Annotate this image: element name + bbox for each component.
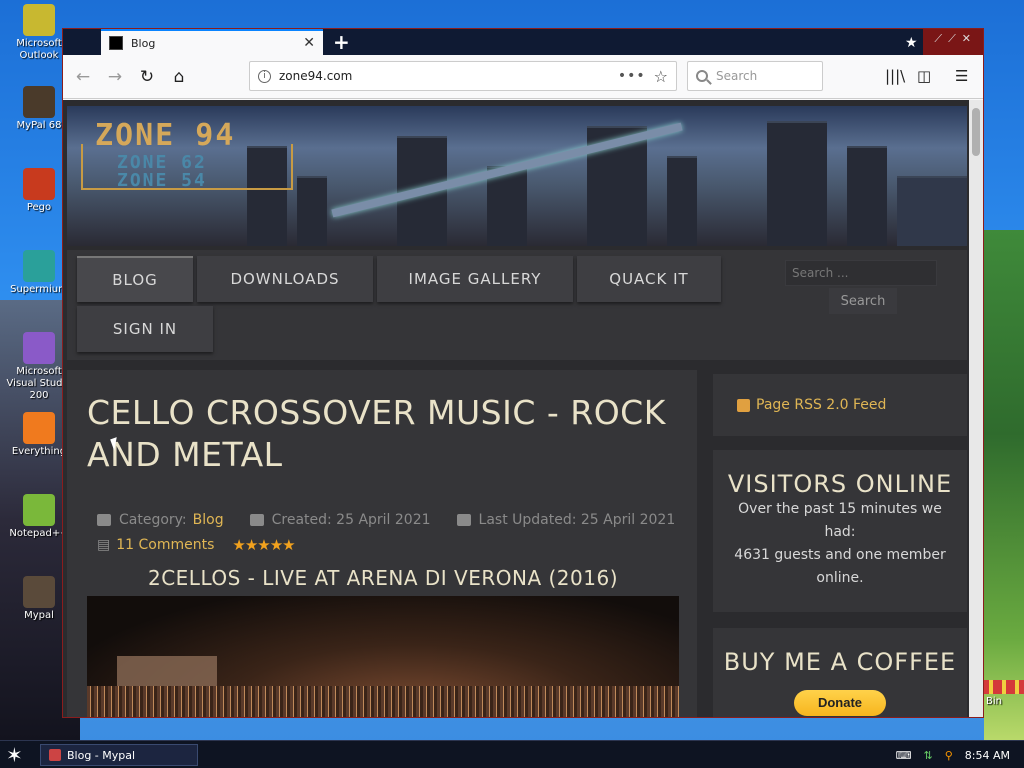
network-icon[interactable]: ⇅ xyxy=(924,749,933,762)
coffee-title: BUY ME A COFFEE xyxy=(723,648,957,676)
search-tray-icon[interactable]: ⚲ xyxy=(945,749,953,762)
app-icon xyxy=(23,332,55,364)
start-icon[interactable]: ✶ xyxy=(6,743,23,767)
coffee-module: BUY ME A COFFEE Donate xyxy=(713,628,967,717)
mypal-icon xyxy=(49,749,61,761)
browser-window: Blog ✕ + ★ ⟋⟋✕ ← → ↻ ⌂ i zone94.com ••• … xyxy=(62,28,984,718)
rss-icon xyxy=(737,398,750,412)
donate-button[interactable]: Donate xyxy=(794,690,886,716)
home-icon[interactable]: ⌂ xyxy=(165,63,193,91)
video-title: 2CELLOS - LIVE AT ARENA DI VERONA (2016) xyxy=(147,566,619,590)
sidebar-icon[interactable]: ◫ xyxy=(917,67,931,85)
bookmark-star-icon[interactable]: ☆ xyxy=(654,67,668,86)
favicon-icon xyxy=(109,36,123,50)
logo-subtitle: ZONE 62 ZONE 54 xyxy=(117,152,207,191)
site-search-button[interactable]: Search xyxy=(829,288,897,314)
calendar-icon xyxy=(456,514,471,526)
scrollbar[interactable] xyxy=(969,100,983,717)
visitors-text-2: 4631 guests and one member online. xyxy=(734,547,946,586)
article-meta-2: ▤ 11 Comments ★★★★★ xyxy=(97,536,296,554)
window-controls[interactable]: ⟋⟋✕ xyxy=(934,32,977,46)
folder-icon xyxy=(97,514,111,526)
visitors-module: VISITORS ONLINE Over the past 15 minutes… xyxy=(713,450,967,612)
page-content: ZONE 94 ZONE 62 ZONE 54 BLOG DOWNLOADS I… xyxy=(63,100,983,717)
taskbar-item-blog[interactable]: Blog - Mypal xyxy=(40,744,198,766)
rating-stars[interactable]: ★★★★★ xyxy=(232,536,295,554)
browser-search-input[interactable] xyxy=(716,69,806,83)
scrollbar-thumb[interactable] xyxy=(972,108,980,156)
menu-image-gallery[interactable]: IMAGE GALLERY xyxy=(377,256,573,302)
app-icon xyxy=(23,250,55,282)
video-embed[interactable] xyxy=(87,596,679,717)
created-date: Created: 25 April 2021 xyxy=(271,512,431,528)
site-search-input[interactable] xyxy=(785,260,937,286)
star-icon[interactable]: ★ xyxy=(905,35,918,51)
comments-link[interactable]: 11 Comments xyxy=(116,537,214,553)
close-tab-icon[interactable]: ✕ xyxy=(303,35,315,51)
site-banner: ZONE 94 ZONE 62 ZONE 54 xyxy=(67,106,967,246)
wallpaper-flowers xyxy=(984,680,1024,694)
article: CELLO CROSSOVER MUSIC - ROCK AND METAL C… xyxy=(67,370,697,717)
app-icon xyxy=(23,494,55,526)
taskbar: ✶ Blog - Mypal ⌨ ⇅ ⚲ 8:54 AM xyxy=(0,740,1024,768)
article-meta: Category: Blog Created: 25 April 2021 La… xyxy=(97,512,675,528)
visitors-text-1: Over the past 15 minutes we had: xyxy=(738,501,942,540)
menu-downloads[interactable]: DOWNLOADS xyxy=(197,256,373,302)
site-menu: BLOG DOWNLOADS IMAGE GALLERY QUACK IT SI… xyxy=(67,250,967,360)
system-tray: ⌨ ⇅ ⚲ 8:54 AM xyxy=(896,741,1024,768)
category-link[interactable]: Blog xyxy=(193,512,224,528)
tab-blog[interactable]: Blog ✕ xyxy=(101,29,323,55)
menu-icon[interactable]: ☰ xyxy=(955,67,968,85)
rss-link[interactable]: Page RSS 2.0 Feed xyxy=(756,397,886,413)
tab-bar: Blog ✕ + ★ ⟋⟋✕ xyxy=(63,29,983,55)
new-tab-icon[interactable]: + xyxy=(333,30,350,54)
search-icon xyxy=(696,70,708,82)
article-title[interactable]: CELLO CROSSOVER MUSIC - ROCK AND METAL xyxy=(87,392,667,476)
url-text[interactable]: zone94.com xyxy=(279,69,610,83)
clock[interactable]: 8:54 AM xyxy=(965,749,1010,762)
desktop-wallpaper-right xyxy=(984,230,1024,740)
url-bar[interactable]: i zone94.com ••• ☆ xyxy=(249,61,677,91)
app-icon xyxy=(23,86,55,118)
reload-icon[interactable]: ↻ xyxy=(133,63,161,91)
navigation-bar: ← → ↻ ⌂ i zone94.com ••• ☆ |||\ ◫ ☰ xyxy=(63,55,983,99)
rss-module[interactable]: Page RSS 2.0 Feed xyxy=(713,374,967,436)
keyboard-icon[interactable]: ⌨ xyxy=(896,749,912,762)
page-actions-icon[interactable]: ••• xyxy=(618,68,646,84)
tab-title: Blog xyxy=(131,36,156,50)
app-icon xyxy=(23,412,55,444)
info-icon[interactable]: i xyxy=(258,69,271,83)
menu-sign-in[interactable]: SIGN IN xyxy=(77,306,213,352)
recycle-bin-label[interactable]: Bin xyxy=(986,696,1002,707)
comments-icon: ▤ xyxy=(97,537,111,553)
site-logo[interactable]: ZONE 94 xyxy=(95,118,235,153)
app-icon xyxy=(23,4,55,36)
browser-search-box[interactable] xyxy=(687,61,823,91)
calendar-icon xyxy=(249,514,264,526)
updated-date: Last Updated: 25 April 2021 xyxy=(478,512,676,528)
visitors-title: VISITORS ONLINE xyxy=(727,470,953,498)
menu-quack-it[interactable]: QUACK IT xyxy=(577,256,721,302)
forward-icon[interactable]: → xyxy=(101,63,129,91)
app-icon xyxy=(23,168,55,200)
menu-blog[interactable]: BLOG xyxy=(77,256,193,302)
back-icon[interactable]: ← xyxy=(69,63,97,91)
library-icon[interactable]: |||\ xyxy=(885,67,905,85)
app-icon xyxy=(23,576,55,608)
